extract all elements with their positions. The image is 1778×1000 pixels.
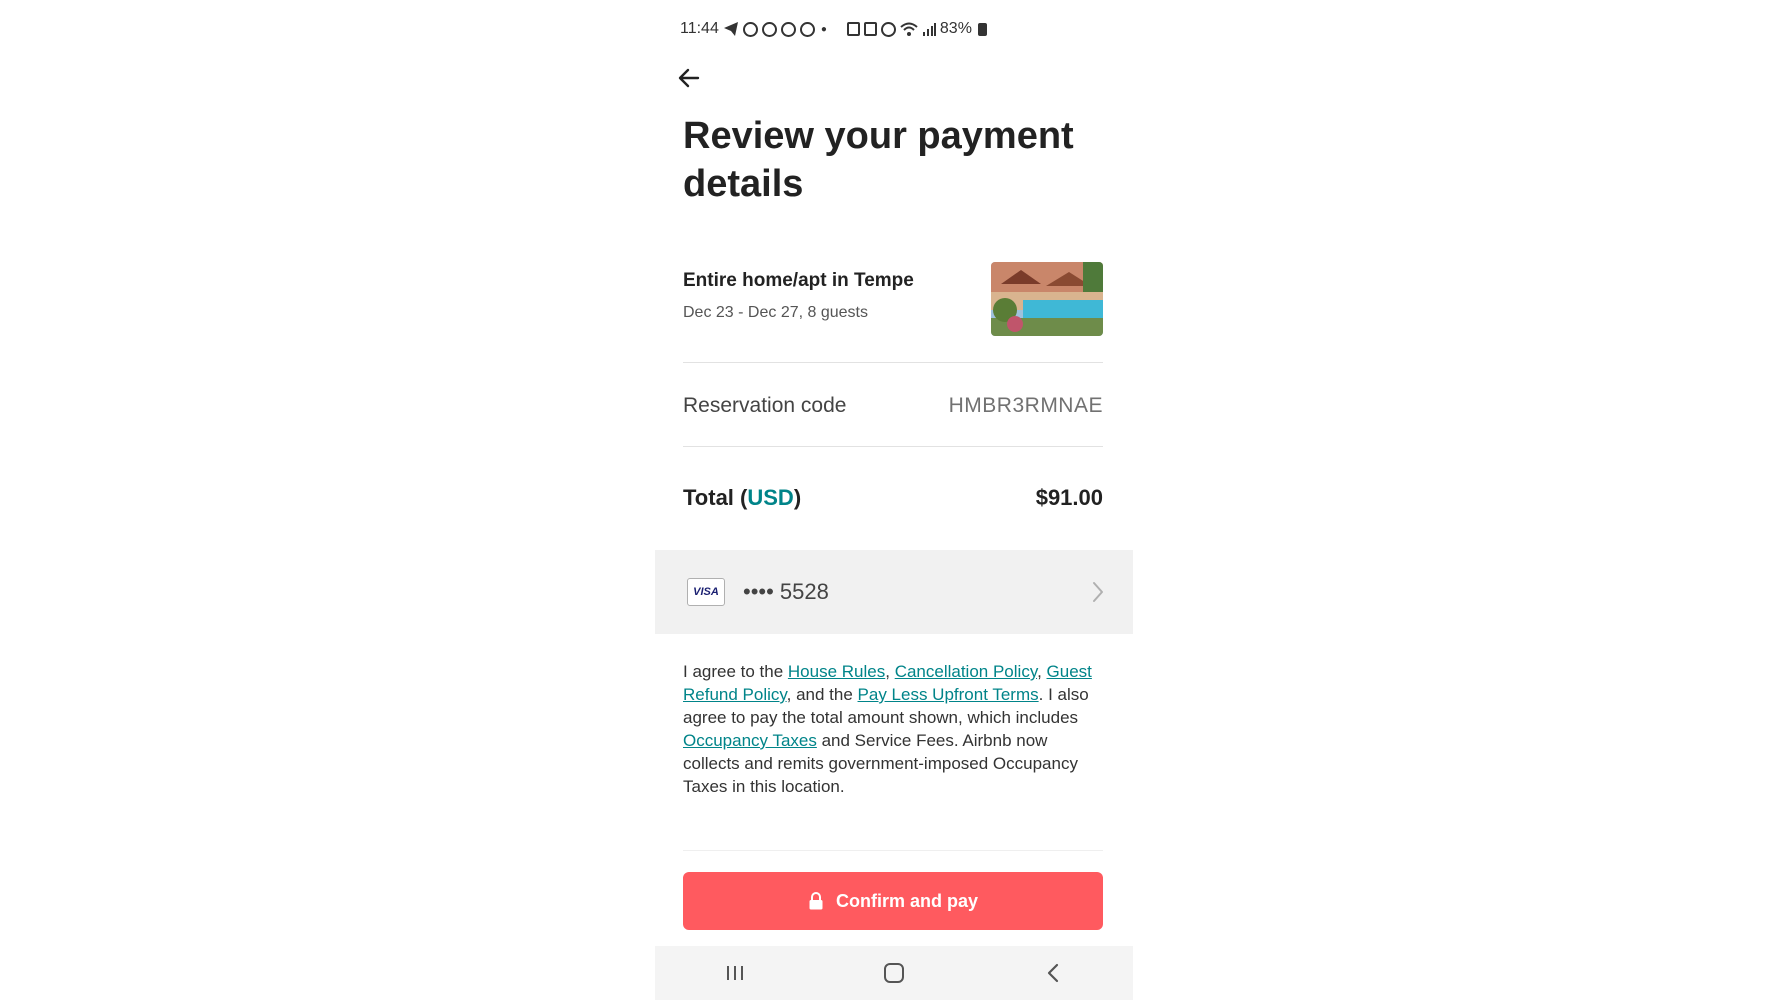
app-notification-icon bbox=[780, 21, 796, 37]
divider bbox=[683, 362, 1103, 363]
card-number: •••• 5528 bbox=[743, 579, 829, 604]
wifi-icon bbox=[900, 22, 918, 36]
status-bar: 11:44 ● 83% bbox=[680, 18, 1120, 40]
status-time: 11:44 bbox=[680, 20, 719, 37]
messenger-icon bbox=[761, 21, 777, 37]
notification-icons bbox=[723, 21, 815, 37]
signal-icon bbox=[922, 23, 936, 36]
reservation-code-row: Reservation code HMBR3RMNAE bbox=[683, 388, 1103, 424]
confirm-and-pay-button[interactable]: Confirm and pay bbox=[683, 872, 1103, 930]
listing-title: Entire home/apt in Tempe bbox=[683, 270, 914, 291]
total-amount: $91.00 bbox=[1035, 485, 1103, 510]
lock-icon bbox=[809, 892, 823, 910]
battery-percent: 83% bbox=[939, 20, 972, 37]
system-back-button[interactable] bbox=[1033, 953, 1073, 993]
telegram-icon bbox=[723, 22, 738, 36]
more-notifications-dot: ● bbox=[820, 23, 827, 35]
agreement-text: I agree to the House Rules, Cancellation… bbox=[683, 662, 1092, 796]
house-rules-link[interactable]: House Rules bbox=[788, 662, 885, 681]
system-navigation-bar bbox=[655, 946, 1133, 1000]
chevron-left-icon bbox=[1048, 963, 1059, 983]
total-label: Total (USD) bbox=[683, 485, 802, 510]
home-button[interactable] bbox=[874, 953, 914, 993]
system-icons: 83% bbox=[846, 20, 987, 38]
reservation-code-label: Reservation code bbox=[683, 394, 847, 417]
battery-icon bbox=[977, 22, 987, 36]
cancellation-policy-link[interactable]: Cancellation Policy bbox=[895, 662, 1037, 681]
recent-apps-icon bbox=[726, 966, 743, 980]
battery-saver-icon bbox=[846, 22, 860, 36]
app-notification-icon-2 bbox=[799, 21, 815, 37]
listing-dates-guests: Dec 23 - Dec 27, 8 guests bbox=[683, 304, 868, 321]
alarm-icon bbox=[880, 21, 896, 37]
divider bbox=[683, 850, 1103, 851]
arrow-left-icon bbox=[678, 68, 700, 88]
phone-screen: 11:44 ● 83% Review your payment details … bbox=[655, 0, 1133, 1000]
reservation-code-value: HMBR3RMNAE bbox=[948, 394, 1103, 417]
visa-card-icon: VISA bbox=[687, 578, 725, 606]
page-title: Review your payment details bbox=[683, 115, 1074, 205]
pay-less-upfront-terms-link[interactable]: Pay Less Upfront Terms bbox=[858, 685, 1039, 704]
listing-photo bbox=[991, 262, 1103, 336]
whatsapp-icon bbox=[742, 21, 758, 37]
back-button[interactable] bbox=[673, 62, 705, 94]
home-icon bbox=[883, 963, 904, 983]
divider bbox=[683, 446, 1103, 447]
currency-link[interactable]: USD bbox=[747, 485, 793, 510]
confirm-button-label: Confirm and pay bbox=[835, 890, 978, 911]
listing-summary: Entire home/apt in Tempe Dec 23 - Dec 27… bbox=[683, 262, 1103, 338]
occupancy-taxes-link[interactable]: Occupancy Taxes bbox=[683, 731, 817, 750]
total-row: Total (USD) $91.00 bbox=[683, 480, 1103, 516]
chevron-right-icon bbox=[1093, 582, 1103, 602]
payment-method-row[interactable]: VISA •••• 5528 bbox=[655, 550, 1133, 634]
nfc-icon bbox=[863, 22, 877, 36]
recent-apps-button[interactable] bbox=[715, 953, 755, 993]
